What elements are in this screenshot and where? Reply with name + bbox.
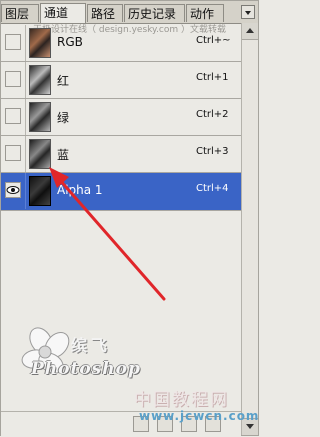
channels-panel: 图层 通道 路径 历史记录 动作 天极设计在线（ design.yesky.co… — [0, 0, 259, 436]
annotation-arrow-icon — [49, 167, 166, 301]
